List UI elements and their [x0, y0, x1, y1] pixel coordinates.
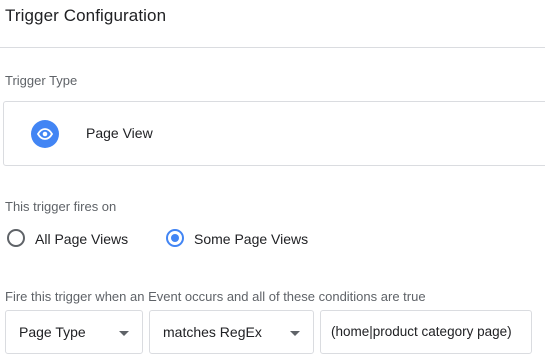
page-title: Trigger Configuration	[5, 6, 167, 25]
trigger-type-label: Trigger Type	[5, 73, 78, 88]
panel-header: Trigger Configuration	[0, 0, 545, 48]
trigger-configuration-panel: Trigger Configuration Trigger Type Page …	[0, 0, 545, 363]
operator-dropdown[interactable]: matches RegEx	[149, 310, 314, 354]
conditions-label: Fire this trigger when an Event occurs a…	[5, 289, 426, 304]
condition-value-text: (home|product category page)	[331, 324, 512, 339]
radio-unchecked-icon	[7, 229, 25, 247]
variable-dropdown-value: Page Type	[19, 324, 86, 340]
caret-down-icon	[290, 331, 300, 336]
radio-label: Some Page Views	[194, 231, 309, 247]
caret-down-icon	[119, 331, 129, 336]
radio-checked-icon	[166, 229, 184, 247]
radio-label: All Page Views	[35, 231, 129, 247]
trigger-type-selector[interactable]: Page View	[3, 101, 545, 166]
trigger-type-name: Page View	[86, 125, 153, 141]
fires-on-label: This trigger fires on	[5, 199, 117, 214]
operator-dropdown-value: matches RegEx	[163, 324, 262, 340]
variable-dropdown[interactable]: Page Type	[5, 310, 143, 354]
eye-icon	[31, 120, 59, 148]
condition-value-input[interactable]: (home|product category page)	[320, 310, 532, 354]
